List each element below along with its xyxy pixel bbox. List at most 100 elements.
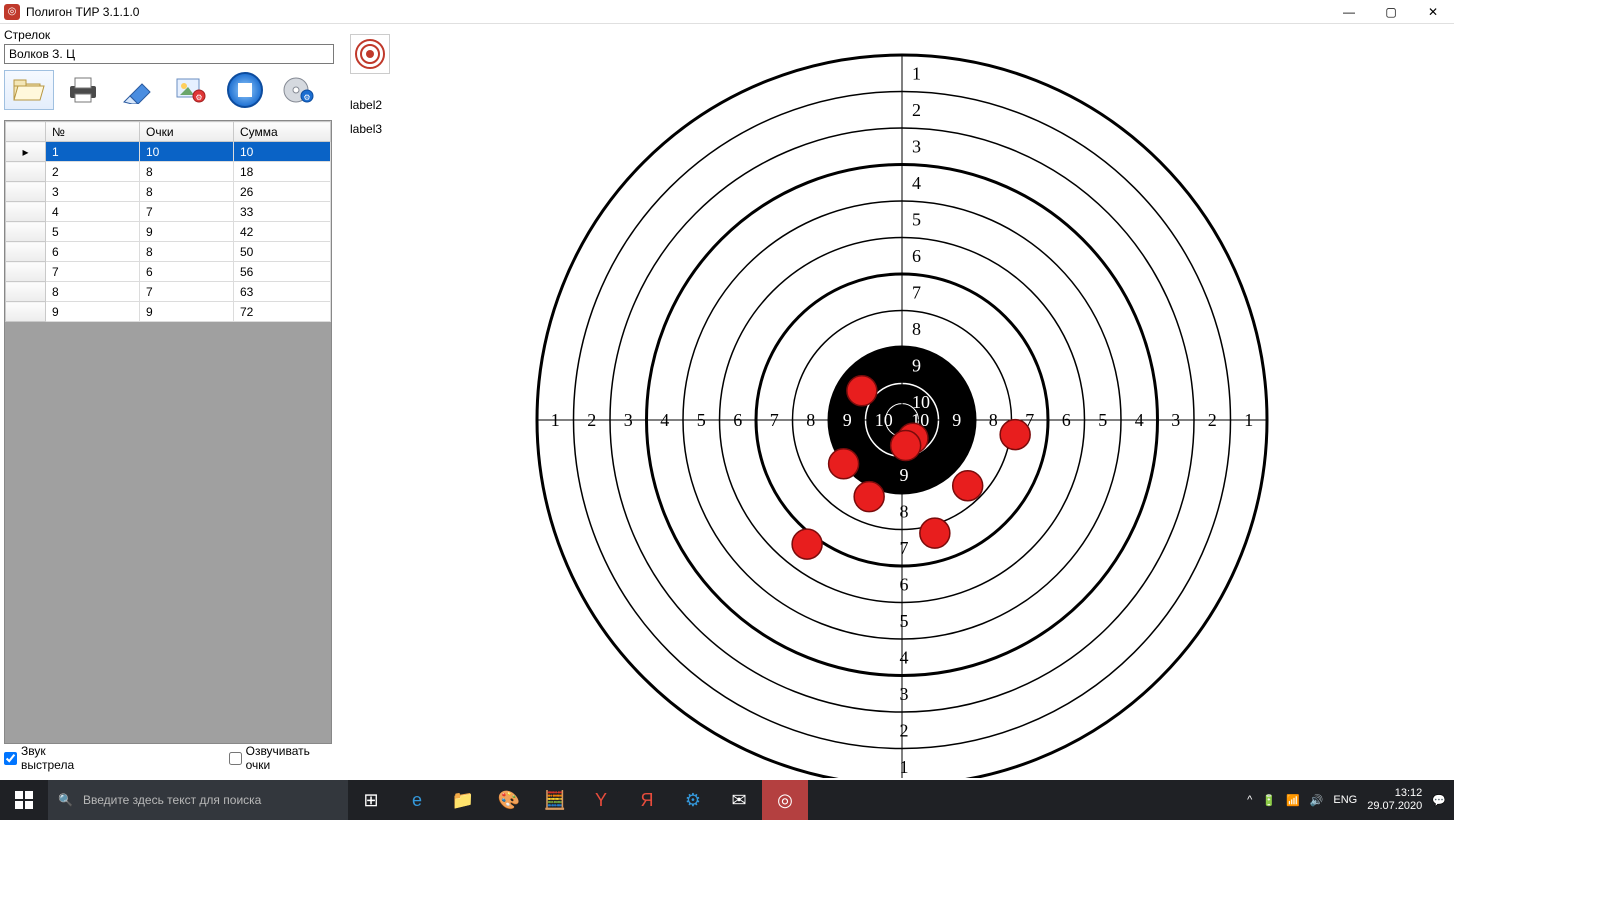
open-button[interactable] bbox=[4, 70, 54, 110]
cell-number: 9 bbox=[46, 302, 140, 322]
sound-icon[interactable]: 🔊 bbox=[1310, 794, 1324, 807]
col-sum[interactable]: Сумма bbox=[234, 122, 331, 142]
col-score[interactable]: Очки bbox=[140, 122, 234, 142]
svg-text:6: 6 bbox=[1062, 410, 1071, 430]
col-number[interactable]: № bbox=[46, 122, 140, 142]
lang-indicator[interactable]: ENG bbox=[1333, 794, 1357, 806]
cell-sum: 33 bbox=[234, 202, 331, 222]
calculator-icon[interactable]: 🧮 bbox=[532, 780, 578, 820]
row-indicator: ▸ bbox=[6, 142, 46, 162]
task-view-icon[interactable]: ⊞ bbox=[348, 780, 394, 820]
table-row[interactable]: 7656 bbox=[6, 262, 331, 282]
shot-sound-check[interactable]: Звук выстрела bbox=[4, 744, 99, 772]
maximize-button[interactable]: ▢ bbox=[1370, 0, 1412, 24]
svg-text:7: 7 bbox=[912, 282, 921, 302]
target-select-icon[interactable] bbox=[350, 34, 390, 74]
speak-score-checkbox[interactable] bbox=[229, 752, 242, 765]
svg-text:8: 8 bbox=[912, 319, 921, 339]
image-settings-icon: ⚙ bbox=[174, 76, 208, 104]
titlebar: ◎ Полигон ТИР 3.1.1.0 — ▢ ✕ bbox=[0, 0, 1454, 24]
notifications-icon[interactable]: 💬 bbox=[1432, 794, 1446, 807]
table-row[interactable]: ▸11010 bbox=[6, 142, 331, 162]
svg-text:5: 5 bbox=[900, 611, 909, 631]
wifi-icon[interactable]: 📶 bbox=[1286, 794, 1300, 807]
clock[interactable]: 13:12 29.07.2020 bbox=[1367, 787, 1422, 813]
folder-open-icon bbox=[12, 76, 46, 104]
cell-score: 8 bbox=[140, 242, 234, 262]
cell-score: 10 bbox=[140, 142, 234, 162]
tray-chevron-icon[interactable]: ^ bbox=[1247, 794, 1252, 806]
row-indicator bbox=[6, 222, 46, 242]
svg-text:5: 5 bbox=[697, 410, 706, 430]
cell-sum: 56 bbox=[234, 262, 331, 282]
disc-button[interactable]: ⚙ bbox=[274, 70, 324, 110]
settings-app-icon[interactable]: ⚙ bbox=[670, 780, 716, 820]
stop-icon bbox=[226, 71, 264, 109]
cell-number: 1 bbox=[46, 142, 140, 162]
row-indicator bbox=[6, 202, 46, 222]
erase-button[interactable] bbox=[112, 70, 162, 110]
cell-number: 4 bbox=[46, 202, 140, 222]
settings-button[interactable]: ⚙ bbox=[166, 70, 216, 110]
minimize-button[interactable]: — bbox=[1328, 0, 1370, 24]
svg-text:6: 6 bbox=[733, 410, 742, 430]
edge-icon[interactable]: e bbox=[394, 780, 440, 820]
row-header-blank bbox=[6, 122, 46, 142]
stop-button[interactable] bbox=[220, 70, 270, 110]
yandex-icon[interactable]: Y bbox=[578, 780, 624, 820]
cell-number: 7 bbox=[46, 262, 140, 282]
table-row[interactable]: 8763 bbox=[6, 282, 331, 302]
polygon-app-icon[interactable]: ◎ bbox=[762, 780, 808, 820]
svg-text:10: 10 bbox=[875, 410, 893, 430]
speak-score-check[interactable]: Озвучивать очки bbox=[229, 744, 334, 772]
svg-text:9: 9 bbox=[952, 410, 961, 430]
app-icon: ◎ bbox=[4, 4, 20, 20]
score-table[interactable]: № Очки Сумма ▸11010281838264733594268507… bbox=[5, 121, 331, 322]
svg-text:⚙: ⚙ bbox=[303, 93, 310, 102]
cell-number: 5 bbox=[46, 222, 140, 242]
table-row[interactable]: 5942 bbox=[6, 222, 331, 242]
start-button[interactable] bbox=[0, 780, 48, 820]
score-table-container: № Очки Сумма ▸11010281838264733594268507… bbox=[4, 120, 332, 744]
row-indicator bbox=[6, 242, 46, 262]
toolbar: ⚙ ⚙ bbox=[4, 70, 339, 110]
svg-text:9: 9 bbox=[843, 410, 852, 430]
search-placeholder: Введите здесь текст для поиска bbox=[83, 793, 261, 807]
table-row[interactable]: 2818 bbox=[6, 162, 331, 182]
table-row[interactable]: 6850 bbox=[6, 242, 331, 262]
print-button[interactable] bbox=[58, 70, 108, 110]
taskbar-search[interactable]: 🔍 Введите здесь текст для поиска bbox=[48, 780, 348, 820]
yandex-app-icon[interactable]: Я bbox=[624, 780, 670, 820]
svg-text:2: 2 bbox=[587, 410, 596, 430]
close-button[interactable]: ✕ bbox=[1412, 0, 1454, 24]
table-row[interactable]: 4733 bbox=[6, 202, 331, 222]
svg-text:3: 3 bbox=[1171, 410, 1180, 430]
cell-sum: 72 bbox=[234, 302, 331, 322]
svg-text:2: 2 bbox=[1208, 410, 1217, 430]
svg-text:3: 3 bbox=[900, 684, 909, 704]
explorer-icon[interactable]: 📁 bbox=[440, 780, 486, 820]
svg-text:1: 1 bbox=[900, 757, 909, 777]
gmail-icon[interactable]: ✉ bbox=[716, 780, 762, 820]
shot-sound-checkbox[interactable] bbox=[4, 752, 17, 765]
shooter-input[interactable] bbox=[4, 44, 334, 64]
table-row[interactable]: 9972 bbox=[6, 302, 331, 322]
cell-sum: 18 bbox=[234, 162, 331, 182]
cell-sum: 50 bbox=[234, 242, 331, 262]
cell-score: 8 bbox=[140, 182, 234, 202]
speak-score-label: Озвучивать очки bbox=[246, 744, 334, 772]
cell-score: 9 bbox=[140, 302, 234, 322]
svg-text:8: 8 bbox=[900, 501, 909, 521]
svg-text:3: 3 bbox=[624, 410, 633, 430]
paint-icon[interactable]: 🎨 bbox=[486, 780, 532, 820]
battery-icon[interactable]: 🔋 bbox=[1262, 794, 1276, 807]
windows-icon bbox=[15, 791, 33, 809]
svg-text:5: 5 bbox=[1098, 410, 1107, 430]
row-indicator bbox=[6, 262, 46, 282]
svg-text:5: 5 bbox=[912, 209, 921, 229]
svg-text:1: 1 bbox=[912, 63, 921, 83]
table-row[interactable]: 3826 bbox=[6, 182, 331, 202]
svg-text:10: 10 bbox=[912, 392, 930, 412]
cell-score: 7 bbox=[140, 202, 234, 222]
label3: label3 bbox=[350, 122, 390, 136]
